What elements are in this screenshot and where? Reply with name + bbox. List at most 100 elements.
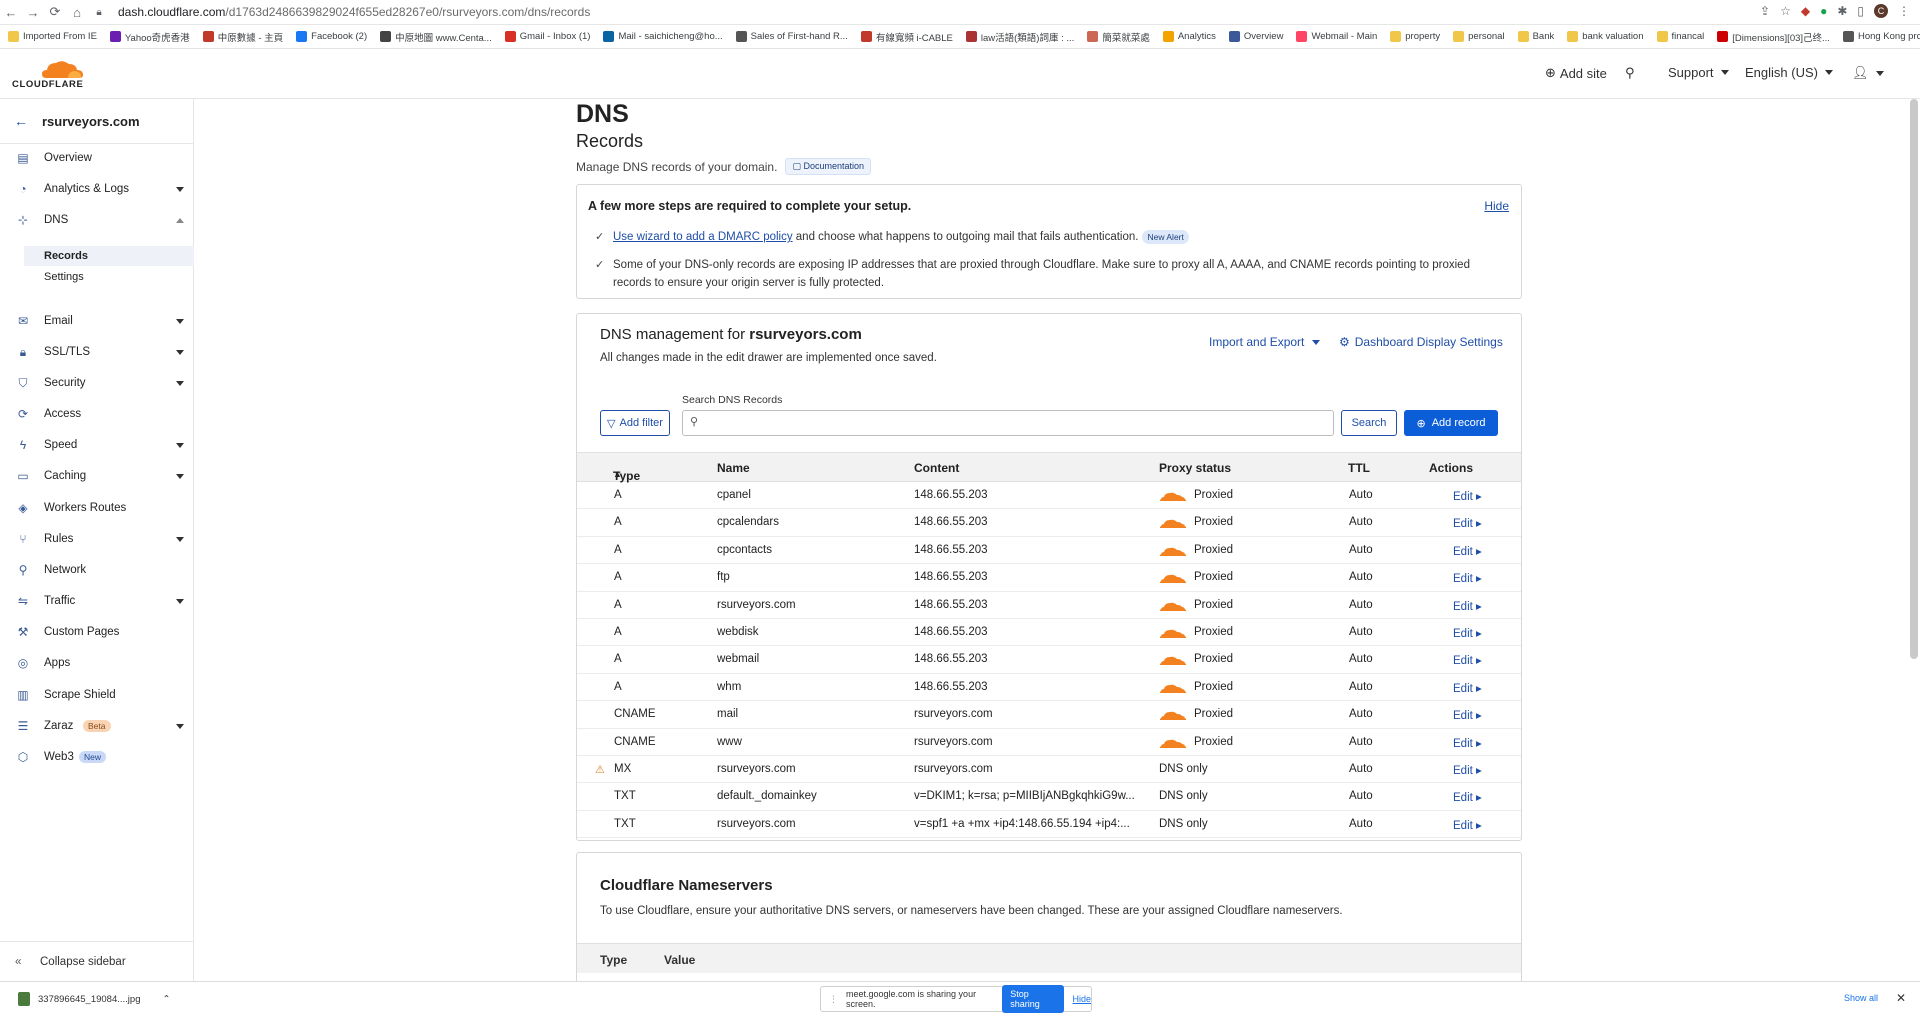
bookmark-item[interactable]: bank valuation: [1567, 31, 1644, 42]
bookmark-item[interactable]: 有線寬頻 i-CABLE: [860, 30, 953, 44]
sidebar-item-scrape-shield[interactable]: ▥ Scrape Shield: [0, 680, 194, 710]
bookmark-item[interactable]: financal: [1656, 31, 1704, 42]
edit-record-link[interactable]: Edit ▸: [1453, 818, 1482, 832]
edit-record-link[interactable]: Edit ▸: [1453, 599, 1482, 613]
share-icon[interactable]: ⇪: [1760, 4, 1770, 18]
table-row[interactable]: CNAME mail rsurveyors.com Proxied Auto Edit ▸: [577, 701, 1521, 729]
edit-record-link[interactable]: Edit ▸: [1453, 653, 1482, 667]
bookmark-item[interactable]: personal: [1453, 31, 1505, 42]
collapse-sidebar-button[interactable]: « Collapse sidebar: [0, 941, 194, 981]
sidebar-item-web3[interactable]: ⬡ Web3 New: [0, 742, 194, 772]
add-site-button[interactable]: ⊕ Add site: [1545, 65, 1607, 81]
bookmark-star-icon[interactable]: ☆: [1780, 4, 1791, 18]
sidebar-item-traffic[interactable]: ⇋ Traffic: [0, 586, 194, 616]
edit-record-link[interactable]: Edit ▸: [1453, 516, 1482, 530]
table-row[interactable]: Acpcontacts 148.66.55.203 Proxied Auto Edit …: [577, 537, 1521, 565]
table-row[interactable]: ⚠ MX rsurveyors.com rsurveyors.com DNS only A…: [577, 756, 1521, 784]
table-row[interactable]: Awebdisk 148.66.55.203 Proxied Auto Edit ▸: [577, 619, 1521, 647]
bookmark-item[interactable]: Overview: [1228, 31, 1283, 42]
documentation-link[interactable]: ▢ Documentation: [785, 158, 872, 175]
bookmark-item[interactable]: Analytics: [1162, 31, 1216, 42]
extension-shield-icon[interactable]: ◆: [1801, 4, 1810, 18]
bookmark-item[interactable]: property: [1390, 31, 1440, 42]
search-dns-input[interactable]: [682, 410, 1334, 436]
browser-menu-icon[interactable]: ⋮: [1898, 4, 1910, 18]
edit-record-link[interactable]: Edit ▸: [1453, 626, 1482, 640]
table-row[interactable]: TXT default._domainkey v=DKIM1; k=rsa; p=M…: [577, 783, 1521, 811]
edit-record-link[interactable]: Edit ▸: [1453, 544, 1482, 558]
table-row[interactable]: Aftp 148.66.55.203 Proxied Auto Edit ▸: [577, 564, 1521, 592]
user-menu[interactable]: 👤︎: [1852, 65, 1884, 81]
address-bar[interactable]: dash.cloudflare.com/d1763d2486639829024f…: [118, 5, 590, 19]
sidebar-item-workers-routes[interactable]: ◈ Workers Routes: [0, 493, 194, 523]
bookmark-item[interactable]: Bank: [1517, 31, 1554, 42]
bookmark-item[interactable]: Mail - saichicheng@ho...: [603, 31, 723, 42]
edit-record-link[interactable]: Edit ▸: [1453, 708, 1482, 722]
sidebar-item-analytics-logs[interactable]: ◔ Analytics & Logs: [0, 174, 194, 204]
edit-record-link[interactable]: Edit ▸: [1453, 681, 1482, 695]
add-filter-button[interactable]: ▽ Add filter: [600, 410, 670, 436]
sidebar-item-speed[interactable]: ϟ Speed: [0, 430, 194, 460]
search-icon[interactable]: ⚲: [1625, 65, 1635, 81]
reload-icon[interactable]: ⟳: [44, 4, 66, 20]
import-export-menu[interactable]: Import and Export: [1209, 335, 1321, 349]
sidebar-item-access[interactable]: ⟳ Access: [0, 399, 194, 429]
table-row[interactable]: CNAME www rsurveyors.com Proxied Auto Edit ▸: [577, 729, 1521, 756]
hide-share-bar-button[interactable]: Hide: [1072, 994, 1091, 1004]
edit-record-link[interactable]: Edit ▸: [1453, 790, 1482, 804]
bookmark-item[interactable]: [Dimensions][03]己终...: [1717, 30, 1830, 44]
cloudflare-logo[interactable]: CLOUDFLARE: [12, 58, 92, 90]
sidebar-subitem-records[interactable]: Records: [24, 246, 194, 266]
edit-record-link[interactable]: Edit ▸: [1453, 489, 1482, 503]
table-row[interactable]: Awhm 148.66.55.203 Proxied Auto Edit ▸: [577, 674, 1521, 702]
dmarc-wizard-link[interactable]: Use wizard to add a DMARC policy: [613, 231, 793, 243]
bookmark-item[interactable]: 中原數據 - 主頁: [202, 30, 283, 44]
profile-avatar[interactable]: C: [1874, 4, 1888, 18]
side-panel-icon[interactable]: ▯: [1857, 4, 1864, 18]
sidebar-item-custom-pages[interactable]: ⚒ Custom Pages: [0, 617, 194, 647]
back-arrow-icon[interactable]: ←: [14, 113, 28, 129]
sidebar-item-security[interactable]: ⛉ Security: [0, 368, 194, 398]
sidebar-item-ssl-tls[interactable]: 🔒︎ SSL/TLS: [0, 337, 194, 367]
page-scrollbar[interactable]: [1910, 99, 1918, 659]
sidebar-item-network[interactable]: ⚲ Network: [0, 555, 194, 585]
bookmark-item[interactable]: Webmail - Main: [1296, 31, 1377, 42]
hide-setup-link[interactable]: Hide: [1484, 199, 1509, 213]
lock-icon[interactable]: 🔒︎: [88, 7, 110, 18]
sidebar-item-caching[interactable]: ▭ Caching: [0, 461, 194, 491]
table-row[interactable]: Acpcalendars 148.66.55.203 Proxied Auto Edit…: [577, 509, 1521, 537]
sidebar-item-apps[interactable]: ◎ Apps: [0, 648, 194, 678]
sidebar-item-overview[interactable]: ▤ Overview: [0, 143, 194, 173]
sidebar-item-zaraz[interactable]: ☰ Zaraz Beta: [0, 711, 194, 741]
bookmark-item[interactable]: Gmail - Inbox (1): [504, 31, 590, 42]
drag-handle-icon[interactable]: ⋮: [829, 994, 838, 1005]
extension-grammarly-icon[interactable]: ●: [1820, 4, 1827, 18]
table-row[interactable]: Acpanel 148.66.55.203 Proxied Auto Edit ▸: [577, 482, 1521, 510]
sidebar-item-rules[interactable]: ⑂ Rules: [0, 524, 194, 554]
table-row[interactable]: TXT rsurveyors.com v=spf1 +a +mx +ip4:148.…: [577, 811, 1521, 839]
dashboard-display-settings-button[interactable]: ⚙ Dashboard Display Settings: [1339, 335, 1503, 349]
back-arrow-icon[interactable]: ←: [0, 5, 22, 20]
download-item[interactable]: 337896645_19084....jpg ⌃: [18, 992, 170, 1006]
sidebar-item-dns[interactable]: ⊹ DNS: [0, 205, 194, 235]
show-all-downloads-link[interactable]: Show all: [1844, 993, 1878, 1003]
table-row[interactable]: Arsurveyors.com 148.66.55.203 Proxied Auto E…: [577, 592, 1521, 619]
forward-arrow-icon[interactable]: →: [22, 5, 44, 20]
edit-record-link[interactable]: Edit ▸: [1453, 763, 1482, 777]
table-row[interactable]: Awebmail 148.66.55.203 Proxied Auto Edit ▸: [577, 646, 1521, 674]
close-icon[interactable]: ✕: [1896, 991, 1906, 1005]
bookmark-item[interactable]: 簡菜就菜處: [1087, 30, 1150, 44]
bookmark-item[interactable]: Yahoo奇虎香港: [109, 30, 190, 44]
edit-record-link[interactable]: Edit ▸: [1453, 736, 1482, 750]
language-menu[interactable]: English (US): [1745, 65, 1833, 80]
support-menu[interactable]: Support: [1668, 65, 1729, 80]
home-icon[interactable]: ⌂: [66, 5, 88, 20]
bookmark-item[interactable]: 中原地圖 www.Centa...: [380, 30, 492, 44]
bookmark-item[interactable]: Facebook (2): [296, 31, 367, 42]
add-record-button[interactable]: ⊕ Add record: [1404, 410, 1498, 436]
extensions-puzzle-icon[interactable]: ✱: [1837, 4, 1847, 18]
bookmark-item[interactable]: Imported From IE: [8, 31, 97, 42]
bookmark-item[interactable]: Sales of First-hand R...: [735, 31, 848, 42]
chevron-up-icon[interactable]: ⌃: [163, 994, 171, 1005]
edit-record-link[interactable]: Edit ▸: [1453, 571, 1482, 585]
